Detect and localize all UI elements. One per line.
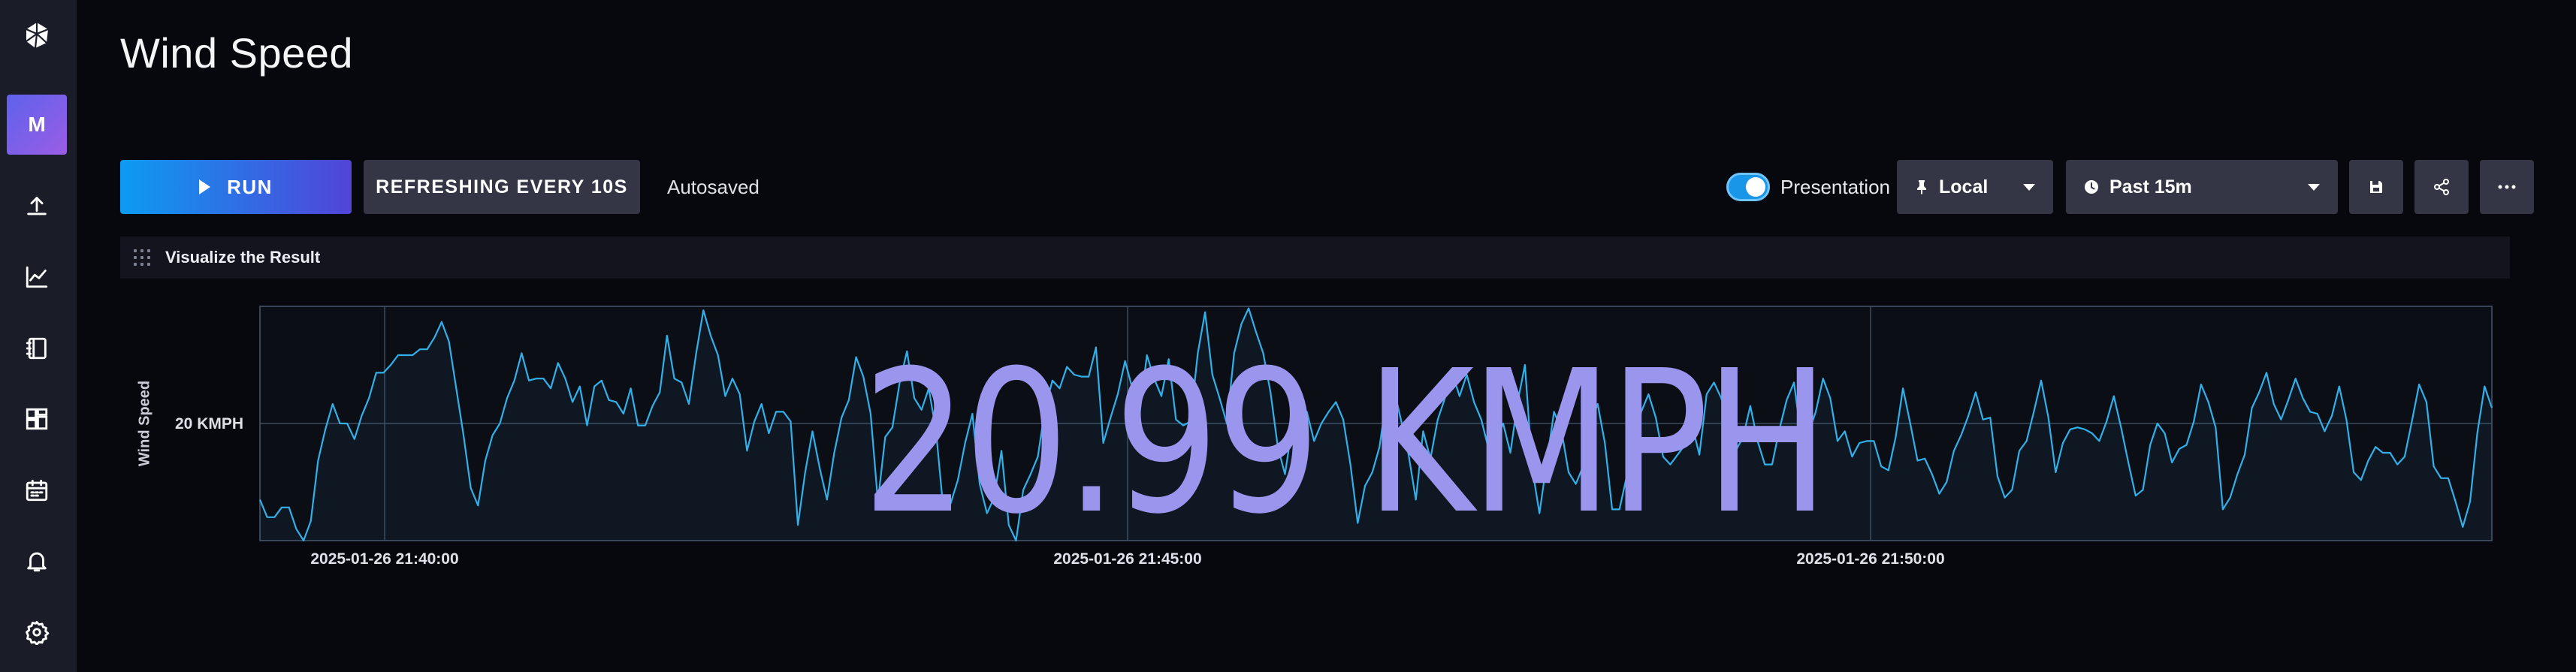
refresh-button[interactable]: REFRESHING EVERY 10S [364,160,640,214]
refresh-label: REFRESHING EVERY 10S [376,176,628,197]
clock-icon [2084,179,2099,194]
logo-icon[interactable] [20,18,54,53]
presentation-label: Presentation [1780,176,1890,198]
timezone-label: Local [1939,176,1989,197]
timezone-dropdown[interactable]: Local [1897,160,2053,214]
chart-canvas [258,306,2493,542]
autosaved-status: Autosaved [667,176,760,198]
save-button[interactable] [2349,160,2403,214]
gear-icon[interactable] [20,615,54,649]
presentation-toggle[interactable] [1726,173,1770,201]
avatar[interactable]: M [7,95,67,155]
save-icon [2370,181,2382,193]
upload-icon[interactable] [20,189,54,224]
share-icon [2434,179,2449,195]
x-tick-label: 2025-01-26 21:50:00 [1796,550,1945,568]
x-tick-label: 2025-01-26 21:40:00 [310,550,459,568]
cell-header: Visualize the Result [120,237,2510,279]
avatar-letter: M [28,113,46,136]
x-tick-label: 2025-01-26 21:45:00 [1053,550,1202,568]
chevron-down-icon [2023,183,2035,191]
run-label: RUN [227,175,273,198]
page-title: Wind Speed [120,29,354,77]
play-icon [199,179,211,194]
y-tick-label: 20 KMPH [175,415,244,432]
graph-icon[interactable] [20,260,54,294]
share-button[interactable] [2414,160,2469,214]
line-chart: Wind Speed 20 KMPH 2025-01-26 21:40:00 2… [0,293,2576,593]
run-button[interactable]: RUN [120,160,352,214]
pin-icon [1915,179,1928,194]
chevron-down-icon [2308,183,2320,191]
time-range-label: Past 15m [2109,176,2192,197]
time-range-dropdown[interactable]: Past 15m [2066,160,2338,214]
more-options-button[interactable] [2480,160,2534,214]
ellipsis-icon [2498,185,2516,189]
y-axis-label: Wind Speed [136,380,153,467]
drag-handle-icon[interactable] [134,249,150,266]
toggle-knob [1746,177,1765,197]
cell-title: Visualize the Result [165,248,321,267]
